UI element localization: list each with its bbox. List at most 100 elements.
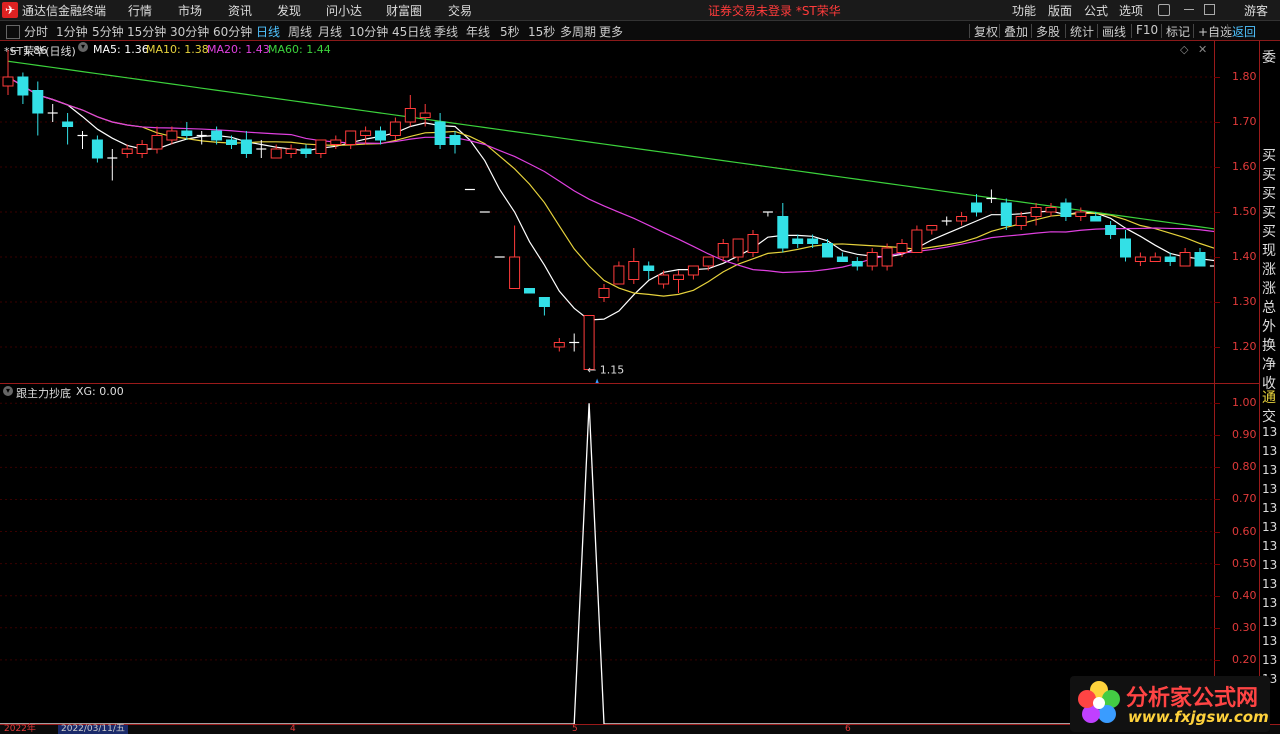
- candle-body: [270, 148, 282, 159]
- candle-body: [911, 229, 923, 253]
- candle-body: [702, 256, 714, 267]
- candle-body: [121, 148, 133, 154]
- period-tab-4[interactable]: 30分钟: [170, 23, 209, 40]
- toolbar-separator: [1227, 24, 1228, 38]
- tick-detail-entry: 13: [1262, 577, 1278, 591]
- period-tab-0[interactable]: 分时: [24, 23, 48, 40]
- menu-caifuquan[interactable]: 财富圈: [386, 2, 422, 19]
- indicator-tick: [1214, 531, 1220, 533]
- indicator-chart[interactable]: [0, 384, 1214, 724]
- period-toolbar: 分时 1分钟 5分钟 15分钟 30分钟 60分钟 日线 周线 月线 10分钟 45日线 季线 年线 5秒…: [0, 21, 1280, 41]
- tool-button-4[interactable]: 画线: [1102, 23, 1126, 40]
- candle-body: [613, 265, 625, 285]
- menu-jiaoyi[interactable]: 交易: [448, 2, 472, 19]
- candle-body: [375, 130, 386, 141]
- candle-body: [792, 238, 804, 244]
- period-tab-5[interactable]: 60分钟: [213, 23, 252, 40]
- maximize-icon[interactable]: [1204, 4, 1215, 15]
- user-guest[interactable]: 游客: [1244, 2, 1268, 19]
- candle-body: [419, 112, 431, 118]
- candle-body: [971, 202, 982, 213]
- period-tab-14[interactable]: 15秒: [528, 23, 555, 40]
- menu-faxian[interactable]: 发现: [277, 2, 301, 19]
- menu-hangqing[interactable]: 行情: [128, 2, 152, 19]
- period-tab-11[interactable]: 季线: [434, 23, 458, 40]
- menu-gongshi[interactable]: 公式: [1084, 2, 1108, 19]
- period-tab-3[interactable]: 15分钟: [127, 23, 166, 40]
- candle-body: [658, 274, 670, 285]
- candle-body: [1075, 211, 1087, 217]
- period-tab-12[interactable]: 年线: [466, 23, 490, 40]
- period-tab-9[interactable]: 10分钟: [349, 23, 388, 40]
- tool-button-2[interactable]: 多股: [1036, 23, 1060, 40]
- quote-field-label: 涨: [1262, 281, 1276, 297]
- candle-body: [211, 130, 223, 141]
- menu-shichang[interactable]: 市场: [178, 2, 202, 19]
- high-price-annotation: ← 1.86: [10, 44, 47, 57]
- candle-body: [1164, 256, 1176, 262]
- quote-field-label: 涨: [1262, 262, 1276, 278]
- tool-button-8[interactable]: 返回: [1232, 23, 1256, 40]
- period-tab-7[interactable]: 周线: [288, 23, 312, 40]
- menu-xuanxiang[interactable]: 选项: [1119, 2, 1143, 19]
- price-tick: [1214, 122, 1220, 123]
- period-tab-8[interactable]: 月线: [318, 23, 342, 40]
- watermark-flower-icon: [1078, 681, 1120, 723]
- quote-side-panel[interactable]: 委买买买买买现涨涨总外换净收通交 13 13 13 13 13 13 13 13 13 13 13 13…: [1260, 41, 1280, 724]
- candle-body: [360, 130, 372, 136]
- candle-body: [851, 261, 863, 267]
- tick-detail-entry: 13: [1262, 558, 1278, 572]
- period-tab-16[interactable]: 更多: [599, 23, 623, 40]
- tool-button-1[interactable]: 叠加: [1004, 23, 1028, 40]
- tool-button-6[interactable]: 标记: [1166, 23, 1190, 40]
- tick-detail-entry: 13: [1262, 520, 1278, 534]
- candle-body: [300, 148, 312, 154]
- toolbar-separator: [1193, 24, 1194, 38]
- tool-button-3[interactable]: 统计: [1070, 23, 1094, 40]
- candle-body: [881, 247, 893, 267]
- period-tab-1[interactable]: 1分钟: [56, 23, 88, 40]
- indicator-tick: [1214, 435, 1220, 437]
- indicator-tick: [1214, 403, 1220, 405]
- login-warning[interactable]: 证券交易未登录 *ST荣华: [708, 2, 841, 19]
- tool-button-5[interactable]: F10: [1136, 23, 1158, 37]
- candle-body: [747, 234, 759, 253]
- candle-body: [1194, 252, 1206, 267]
- menu-gongneng[interactable]: 功能: [1012, 2, 1036, 19]
- candle-body: [583, 315, 595, 370]
- candle-body: [1060, 202, 1072, 217]
- period-tab-10[interactable]: 45日线: [392, 23, 431, 40]
- price-tick-label: 1.60: [1232, 160, 1257, 173]
- toolbar-separator: [1031, 24, 1032, 38]
- tool-button-0[interactable]: 复权: [974, 23, 998, 40]
- kline-panel[interactable]: *ST荣华(日线) ▾ MA5: 1.36 MA10: 1.38 MA20: 1…: [0, 41, 1214, 383]
- candle-body: [598, 288, 610, 298]
- quote-field-label: 委: [1262, 50, 1276, 66]
- menu-wenxiaoda[interactable]: 问小达: [326, 2, 362, 19]
- tick-detail-entry: 13: [1262, 444, 1278, 458]
- period-tab-2[interactable]: 5分钟: [92, 23, 124, 40]
- toolbar-separator: [1065, 24, 1066, 38]
- period-tab-6[interactable]: 日线: [256, 23, 280, 40]
- indicator-tick-label: 0.70: [1232, 492, 1257, 506]
- candle-body: [17, 76, 29, 96]
- minimize-icon[interactable]: [1184, 9, 1194, 10]
- tick-detail-entry: 13: [1262, 539, 1278, 553]
- tick-detail-entry: 13: [1262, 482, 1278, 496]
- period-tab-13[interactable]: 5秒: [500, 23, 520, 40]
- app-name: 通达信金融终端: [22, 4, 107, 18]
- indicator-tick: [1214, 627, 1220, 629]
- candle-body: [136, 144, 148, 154]
- mail-icon[interactable]: [1158, 4, 1170, 16]
- indicator-tick-label: 0.40: [1232, 588, 1257, 602]
- quote-field-label: 净: [1262, 357, 1276, 373]
- toggle-panel-icon[interactable]: [6, 25, 20, 39]
- menu-zixun[interactable]: 资讯: [228, 2, 252, 19]
- candlestick-chart[interactable]: ← 1.86 ← 1.15: [0, 41, 1214, 383]
- period-tab-15[interactable]: 多周期: [560, 23, 596, 40]
- candle-body: [389, 121, 401, 136]
- indicator-panel[interactable]: ▾ 跟主力抄底 XG: 0.00: [0, 384, 1214, 724]
- candle-body: [434, 121, 446, 145]
- menu-banmian[interactable]: 版面: [1048, 2, 1072, 19]
- toolbar-separator: [1161, 24, 1162, 38]
